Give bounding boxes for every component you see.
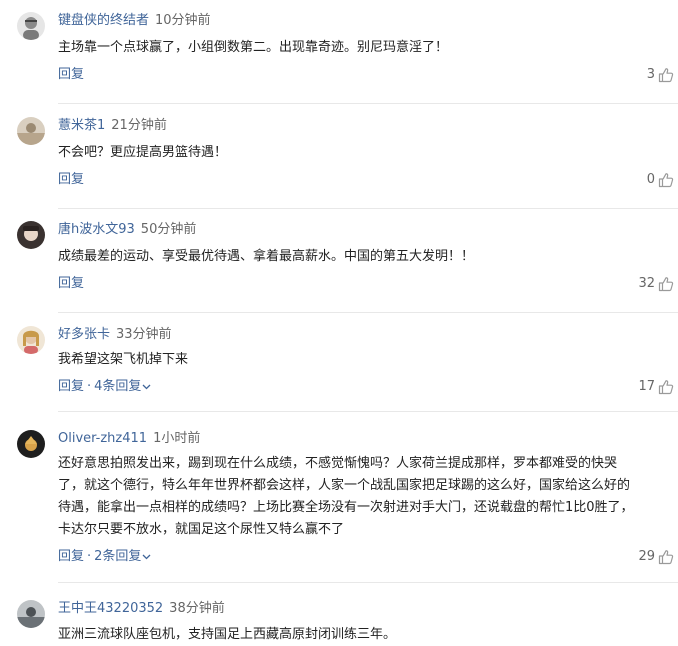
view-replies-button[interactable]: 2条回复: [94, 549, 151, 564]
comment-text: 成绩最差的运动、享受最优待遇、拿着最高薪水。中国的第五大发明！！: [58, 249, 475, 264]
like-control: 17: [638, 378, 674, 396]
reply-button[interactable]: 回复: [58, 549, 84, 564]
comment-text: 亚洲三流球队座包机，支持国足上西藏高原封闭训练三年。: [58, 627, 397, 642]
username-link[interactable]: 好多张卡: [58, 327, 110, 342]
username-link[interactable]: 王中王43220352: [58, 601, 163, 616]
divider: [58, 312, 678, 313]
reply-button[interactable]: 回复: [58, 172, 84, 187]
avatar[interactable]: [17, 600, 45, 628]
comment-actions: 回复 · 4条回复: [58, 378, 151, 396]
comment-text-line: 还好意思拍照发出来，踢到现在什么成绩，不感觉惭愧吗？人家荷兰提成那样，罗本都难受…: [58, 456, 618, 471]
comment-text-line: 了，就这个德行，特么年年世界杯都会这样，人家一个战乱国家把足球踢的这么好，国家给…: [58, 478, 631, 493]
divider: [58, 411, 678, 412]
comment-actions: 回复: [58, 275, 84, 293]
like-control: 0: [647, 171, 674, 189]
username-link[interactable]: Oliver-zhz411: [58, 431, 147, 446]
avatar[interactable]: [17, 221, 45, 249]
divider: [58, 582, 678, 583]
like-count: 29: [638, 549, 655, 564]
avatar[interactable]: [17, 12, 45, 40]
comment-header: 好多张卡 33分钟前: [58, 326, 172, 344]
separator-dot: ·: [87, 379, 92, 394]
chevron-down-icon: [142, 554, 151, 560]
comment-time: 10分钟前: [155, 13, 211, 28]
comment-text: 主场靠一个点球赢了，小组倒数第二。出现靠奇迹。别尼玛意淫了！: [58, 40, 449, 55]
like-count: 17: [638, 379, 655, 394]
like-control: 32: [638, 275, 674, 293]
thumbs-up-icon[interactable]: [658, 172, 674, 188]
comment-time: 50分钟前: [140, 222, 197, 237]
comment-text-line: 待遇，能拿出一点相样的成绩吗？上场比赛全场没有一次射进对手大门，还说载盘的帮忙1…: [58, 500, 634, 515]
avatar[interactable]: [17, 117, 45, 145]
replies-count: 2条回复: [94, 549, 142, 564]
comment-time: 33分钟前: [116, 327, 172, 342]
reply-button[interactable]: 回复: [58, 379, 84, 394]
avatar[interactable]: [17, 326, 45, 354]
thumbs-up-icon[interactable]: [658, 276, 674, 292]
avatar[interactable]: [17, 430, 45, 458]
like-control: 29: [638, 548, 674, 566]
reply-button[interactable]: 回复: [58, 276, 84, 291]
username-link[interactable]: 键盘侠的终结者: [58, 13, 149, 28]
like-count: 32: [638, 276, 655, 291]
username-link[interactable]: 薏米茶1: [58, 118, 105, 133]
divider: [58, 103, 678, 104]
comment-list: 键盘侠的终结者 10分钟前 主场靠一个点球赢了，小组倒数第二。出现靠奇迹。别尼玛意…: [0, 0, 678, 646]
comment-time: 21分钟前: [111, 118, 167, 133]
comment-time: 1小时前: [153, 431, 201, 446]
comment-actions: 回复: [58, 171, 84, 189]
comment-text-line: 卡达尔只要不放水，就国足这个尿性又特么赢不了: [58, 522, 345, 537]
like-count: 0: [646, 172, 655, 187]
separator-dot: ·: [87, 549, 92, 564]
reply-button[interactable]: 回复: [58, 67, 84, 82]
thumbs-up-icon[interactable]: [658, 67, 674, 83]
view-replies-button[interactable]: 4条回复: [94, 379, 151, 394]
thumbs-up-icon[interactable]: [658, 549, 674, 565]
comment-text: 还好意思拍照发出来，踢到现在什么成绩，不感觉惭愧吗？人家荷兰提成那样，罗本都难受…: [58, 453, 678, 541]
comment-time: 38分钟前: [169, 601, 225, 616]
chevron-down-icon: [142, 384, 151, 390]
thumbs-up-icon[interactable]: [658, 379, 674, 395]
comment-actions: 回复: [58, 66, 84, 84]
comment-header: 王中王43220352 38分钟前: [58, 600, 225, 618]
comment-header: 薏米茶1 21分钟前: [58, 117, 167, 135]
comment-header: Oliver-zhz411 1小时前: [58, 430, 200, 448]
comment-header: 键盘侠的终结者 10分钟前: [58, 12, 211, 30]
comment-actions: 回复 · 2条回复: [58, 548, 151, 566]
divider: [58, 208, 678, 209]
comment-header: 唐h波水文93 50分钟前: [58, 221, 196, 239]
replies-count: 4条回复: [94, 379, 142, 394]
like-count: 3: [646, 67, 655, 82]
like-control: 3: [647, 66, 674, 84]
username-link[interactable]: 唐h波水文93: [58, 222, 135, 237]
comment-text: 我希望这架飞机掉下来: [58, 352, 189, 367]
comment-text: 不会吧？更应提高男篮待遇！: [58, 145, 228, 160]
